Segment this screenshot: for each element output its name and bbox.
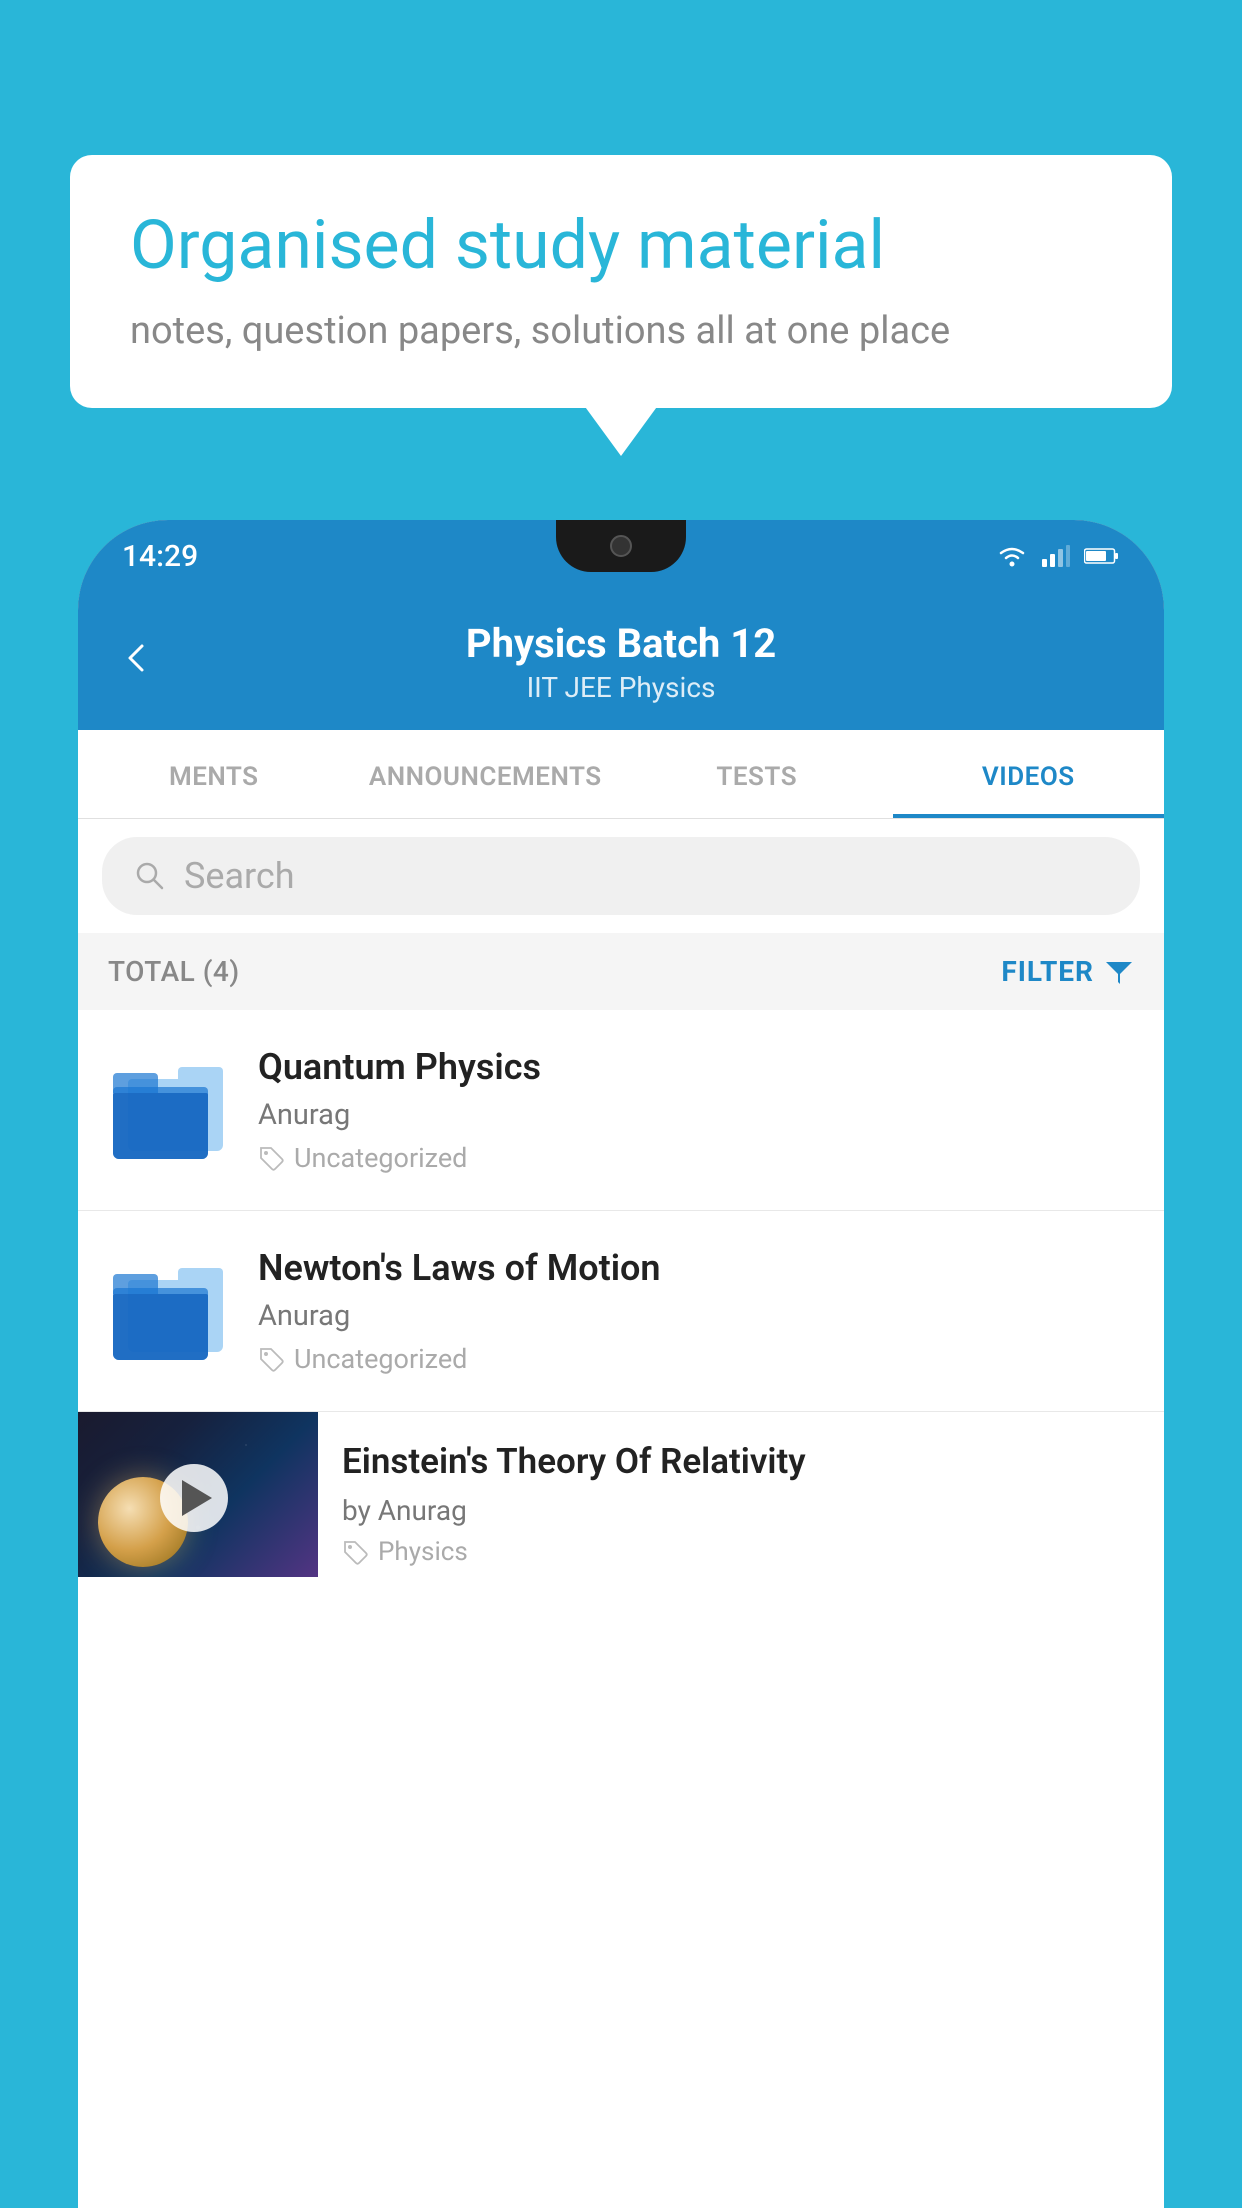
video-list: Quantum Physics Anurag Uncategorized xyxy=(78,1010,1164,1587)
speech-bubble-container: Organised study material notes, question… xyxy=(70,155,1172,408)
quantum-info: Quantum Physics Anurag Uncategorized xyxy=(258,1046,1134,1174)
filter-row: TOTAL (4) FILTER xyxy=(78,933,1164,1010)
search-icon xyxy=(132,858,168,894)
list-item[interactable]: Newton's Laws of Motion Anurag Uncategor… xyxy=(78,1211,1164,1412)
tab-videos[interactable]: VIDEOS xyxy=(893,730,1165,818)
einstein-thumbnail xyxy=(78,1412,318,1577)
filter-button[interactable]: FILTER xyxy=(1001,955,1134,988)
search-bar[interactable]: Search xyxy=(102,837,1140,915)
wifi-icon xyxy=(996,544,1028,568)
quantum-title: Quantum Physics xyxy=(258,1046,1134,1088)
newton-title: Newton's Laws of Motion xyxy=(258,1247,1134,1289)
newton-info: Newton's Laws of Motion Anurag Uncategor… xyxy=(258,1247,1134,1375)
speech-bubble: Organised study material notes, question… xyxy=(70,155,1172,408)
einstein-info: Einstein's Theory Of Relativity by Anura… xyxy=(318,1412,1164,1587)
tabs-bar: MENTS ANNOUNCEMENTS TESTS VIDEOS xyxy=(78,730,1164,819)
list-item[interactable]: Einstein's Theory Of Relativity by Anura… xyxy=(78,1412,1164,1587)
tab-tests[interactable]: TESTS xyxy=(621,730,893,818)
signal-icon xyxy=(1042,545,1070,567)
total-count: TOTAL (4) xyxy=(108,955,240,988)
status-time: 14:29 xyxy=(122,539,198,574)
bubble-subtitle: notes, question papers, solutions all at… xyxy=(130,309,1112,353)
quantum-author: Anurag xyxy=(258,1098,1134,1132)
newton-folder-icon xyxy=(108,1247,228,1367)
phone-frame: 14:29 xyxy=(78,520,1164,2208)
bubble-title: Organised study material xyxy=(130,205,1112,287)
tag-icon xyxy=(342,1539,368,1565)
einstein-tag: Physics xyxy=(342,1537,1140,1567)
tag-icon xyxy=(258,1145,284,1171)
quantum-tag: Uncategorized xyxy=(258,1142,1134,1174)
play-button[interactable] xyxy=(160,1464,228,1532)
einstein-author: by Anurag xyxy=(342,1494,1140,1527)
header-subtitle: IIT JEE Physics xyxy=(184,671,1058,704)
tag-icon xyxy=(258,1346,284,1372)
filter-icon xyxy=(1104,958,1134,986)
back-button[interactable] xyxy=(118,638,154,687)
list-item[interactable]: Quantum Physics Anurag Uncategorized xyxy=(78,1010,1164,1211)
notch xyxy=(556,520,686,572)
tab-announcements[interactable]: ANNOUNCEMENTS xyxy=(350,730,622,818)
header-title-group: Physics Batch 12 IIT JEE Physics xyxy=(184,620,1058,704)
camera-notch xyxy=(610,535,632,557)
einstein-title: Einstein's Theory Of Relativity xyxy=(342,1440,1140,1484)
newton-author: Anurag xyxy=(258,1299,1134,1333)
app-header: Physics Batch 12 IIT JEE Physics xyxy=(78,592,1164,730)
search-placeholder: Search xyxy=(184,855,295,897)
quantum-folder-icon xyxy=(108,1046,228,1166)
search-bar-wrapper: Search xyxy=(78,819,1164,933)
header-title: Physics Batch 12 xyxy=(184,620,1058,667)
phone-screen: 14:29 xyxy=(78,520,1164,2208)
tab-ments[interactable]: MENTS xyxy=(78,730,350,818)
newton-tag: Uncategorized xyxy=(258,1343,1134,1375)
battery-icon xyxy=(1084,547,1120,565)
status-icons xyxy=(996,544,1120,568)
status-bar: 14:29 xyxy=(78,520,1164,592)
